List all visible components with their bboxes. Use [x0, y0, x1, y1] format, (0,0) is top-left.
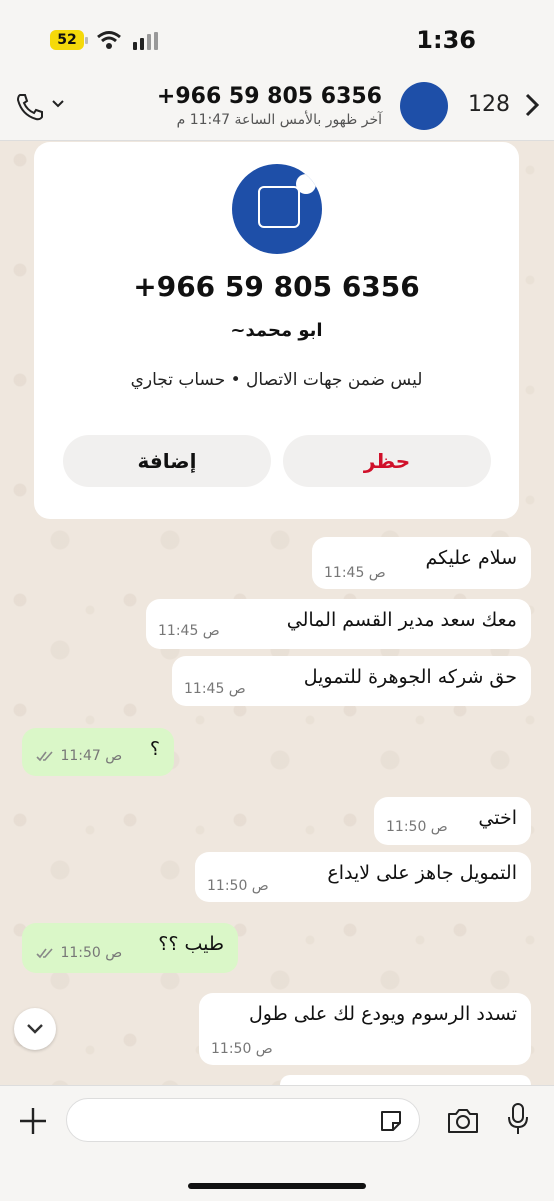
message-time: 11:50 ص — [386, 819, 448, 835]
avatar[interactable] — [400, 82, 448, 130]
message-time: 11:45 ص — [158, 623, 220, 639]
message-time: 11:45 ص — [324, 565, 386, 581]
contact-number-title[interactable]: +966 59 805 6356 — [157, 84, 382, 109]
clock: 1:36 — [416, 26, 476, 54]
message-outgoing[interactable]: ؟ 11:47 ص — [22, 728, 174, 776]
back-chevron-icon[interactable] — [524, 92, 540, 118]
contact-info-card: +966 59 805 6356 ~ابو محمد ليس ضمن جهات … — [34, 142, 519, 519]
block-button[interactable]: حظر — [283, 435, 491, 487]
message-incoming[interactable]: معك سعد مدير القسم المالي 11:45 ص — [146, 599, 531, 649]
message-outgoing[interactable]: طيب ؟؟ 11:50 ص — [22, 923, 238, 973]
chevron-down-icon — [27, 1024, 43, 1034]
last-seen: آخر ظهور بالأمس الساعة 11:47 م — [176, 112, 382, 128]
card-display-name: ~ابو محمد — [230, 320, 323, 341]
chat-header: +966 59 805 6356 آخر ظهور بالأمس الساعة … — [0, 82, 554, 141]
home-indicator — [188, 1183, 366, 1189]
message-incoming[interactable]: تسدد الرسوم ويودع لك على طول 11:50 ص — [199, 993, 531, 1065]
message-incoming-partial[interactable] — [280, 1075, 531, 1085]
message-time: 11:50 ص — [36, 945, 122, 961]
status-bar: 52 1:36 — [0, 0, 554, 82]
message-incoming[interactable]: سلام عليكم 11:45 ص — [312, 537, 531, 589]
message-composer — [0, 1085, 554, 1201]
card-phone-number: +966 59 805 6356 — [133, 270, 420, 303]
message-text: ؟ — [149, 738, 160, 760]
phone-call-icon[interactable] — [14, 92, 46, 122]
cellular-signal-icon — [133, 32, 161, 50]
read-receipt-icon — [36, 751, 53, 762]
camera-icon[interactable] — [446, 1106, 480, 1136]
message-text: معك سعد مدير القسم المالي — [286, 609, 517, 631]
message-text: اختي — [478, 807, 517, 829]
message-input[interactable] — [66, 1098, 420, 1142]
message-time: 11:50 ص — [211, 1041, 273, 1057]
message-text: التمويل جاهز على لايداع — [327, 862, 517, 884]
unread-count[interactable]: 128 — [468, 92, 510, 117]
message-incoming[interactable]: التمويل جاهز على لايداع 11:50 ص — [195, 852, 531, 902]
add-contact-button[interactable]: إضافة — [63, 435, 271, 487]
message-time: 11:50 ص — [207, 878, 269, 894]
card-info-line: ليس ضمن جهات الاتصال • حساب تجاري — [130, 370, 423, 390]
message-text: تسدد الرسوم ويودع لك على طول — [248, 1003, 517, 1025]
read-receipt-icon — [36, 948, 53, 959]
microphone-icon[interactable] — [506, 1102, 530, 1136]
sticker-icon[interactable] — [378, 1108, 404, 1134]
wifi-icon — [97, 31, 121, 49]
battery-icon: 52 — [50, 30, 88, 50]
message-incoming[interactable]: اختي 11:50 ص — [374, 797, 531, 845]
message-time: 11:45 ص — [184, 681, 246, 697]
scroll-to-bottom-button[interactable] — [14, 1008, 56, 1050]
message-text: سلام عليكم — [425, 547, 517, 569]
message-incoming[interactable]: حق شركه الجوهرة للتمويل 11:45 ص — [172, 656, 531, 706]
business-avatar — [232, 164, 322, 254]
message-time: 11:47 ص — [36, 748, 122, 764]
message-text: حق شركه الجوهرة للتمويل — [303, 666, 517, 688]
plus-icon[interactable] — [18, 1106, 48, 1136]
chevron-down-icon[interactable] — [50, 96, 66, 112]
message-text: طيب ؟؟ — [158, 933, 224, 955]
